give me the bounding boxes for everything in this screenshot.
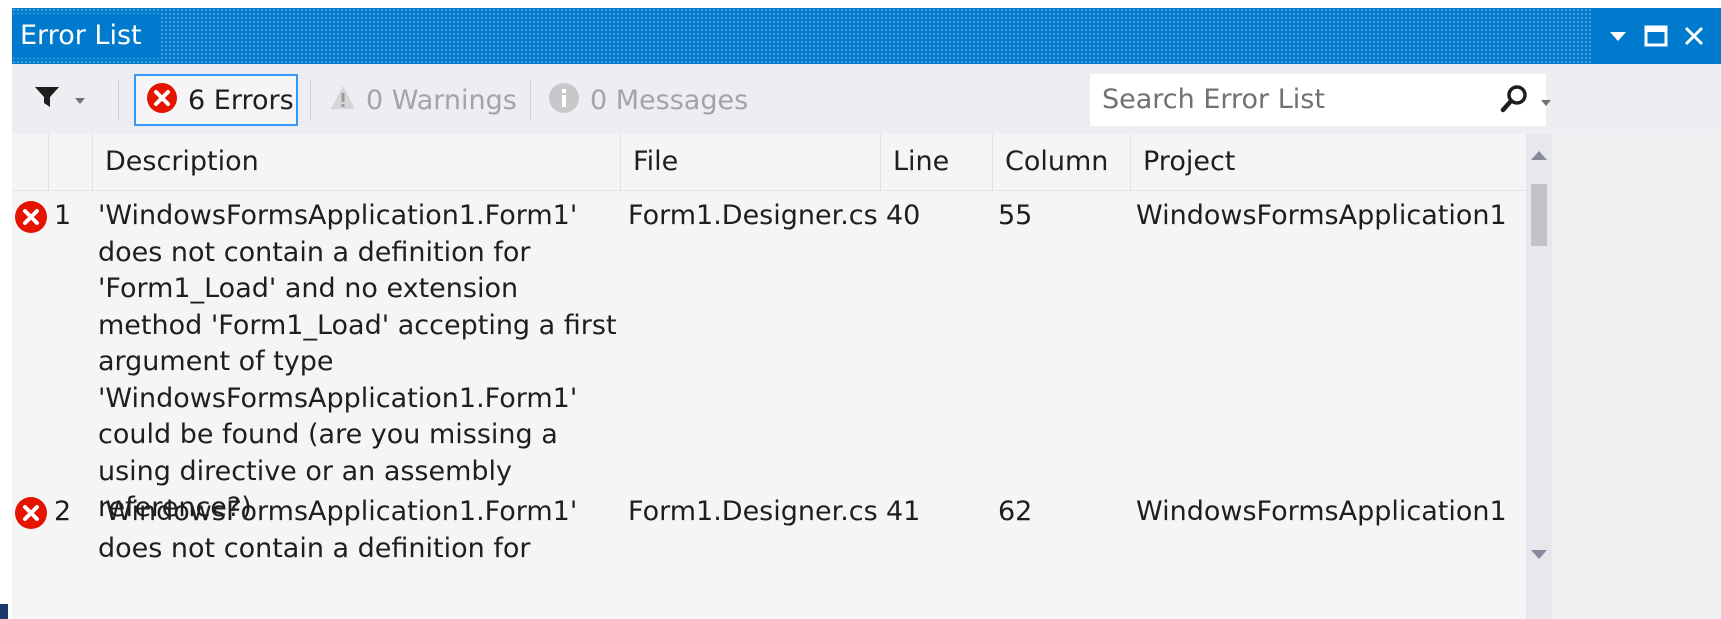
toolbar-separator [310, 80, 311, 120]
error-icon [146, 82, 178, 118]
toolbar-separator [530, 80, 531, 120]
errors-count-label: 6 Errors [188, 84, 294, 116]
title-bar[interactable]: Error List [12, 8, 1721, 64]
background-edge [0, 604, 8, 619]
row-line: 41 [886, 496, 921, 527]
close-icon[interactable] [1675, 16, 1713, 56]
row-index: 1 [54, 200, 72, 231]
error-list-window: Error List 6 Errors 0 Warnings 0 Message… [12, 8, 1721, 619]
scrollbar-track[interactable] [1526, 134, 1552, 619]
vertical-scrollbar[interactable] [1526, 134, 1721, 619]
header-description[interactable]: Description [92, 134, 620, 190]
maximize-icon[interactable] [1637, 16, 1675, 56]
header-file[interactable]: File [620, 134, 880, 190]
dropdown-arrow-icon[interactable] [1599, 16, 1637, 56]
info-icon [548, 82, 580, 118]
window-title: Error List [12, 14, 160, 58]
row-file: Form1.Designer.cs [628, 496, 878, 527]
header-column[interactable]: Column [992, 134, 1130, 190]
search-input[interactable]: Search Error List [1090, 74, 1546, 126]
window-controls [1591, 8, 1721, 64]
filter-icon [34, 85, 60, 113]
scrollbar-thumb[interactable] [1531, 184, 1547, 246]
filter-button[interactable] [34, 82, 96, 116]
search-button[interactable] [1500, 84, 1552, 118]
messages-count-label: 0 Messages [590, 84, 749, 116]
row-project: WindowsFormsApplication1 [1136, 200, 1507, 231]
table-row[interactable]: 1 'WindowsFormsApplication1.Form1' does … [12, 190, 1526, 523]
row-column: 55 [998, 200, 1033, 231]
row-file: Form1.Designer.cs [628, 200, 878, 231]
row-description: 'WindowsFormsApplication1.Form1' does no… [98, 496, 578, 564]
warnings-count-label: 0 Warnings [366, 84, 517, 116]
header-index-column[interactable] [48, 134, 92, 190]
chevron-down-icon [1540, 92, 1552, 111]
table-row[interactable]: 2 'WindowsFormsApplication1.Form1' does … [12, 486, 1526, 619]
warnings-filter-button[interactable]: 0 Warnings [330, 74, 517, 126]
row-project: WindowsFormsApplication1 [1136, 496, 1507, 527]
scroll-up-icon[interactable] [1530, 146, 1548, 165]
toolbar-separator [118, 80, 119, 120]
toolbar: 6 Errors 0 Warnings 0 Messages Search Er… [12, 64, 1721, 134]
messages-filter-button[interactable]: 0 Messages [548, 74, 748, 126]
warning-icon [330, 85, 356, 115]
error-list-grid: Description File Line Column Project 1 '… [12, 134, 1526, 619]
column-headers: Description File Line Column Project [12, 134, 1526, 191]
row-description: 'WindowsFormsApplication1.Form1' does no… [98, 200, 617, 523]
row-index: 2 [54, 496, 72, 527]
header-line[interactable]: Line [880, 134, 992, 190]
search-icon [1500, 84, 1530, 118]
chevron-down-icon [74, 90, 86, 109]
row-line: 40 [886, 200, 921, 231]
scroll-down-icon[interactable] [1530, 546, 1548, 565]
error-icon [14, 200, 48, 238]
errors-filter-button[interactable]: 6 Errors [134, 74, 298, 126]
row-column: 62 [998, 496, 1033, 527]
error-icon [14, 496, 48, 534]
header-project[interactable]: Project [1130, 134, 1526, 190]
header-icon-column[interactable] [12, 134, 48, 190]
